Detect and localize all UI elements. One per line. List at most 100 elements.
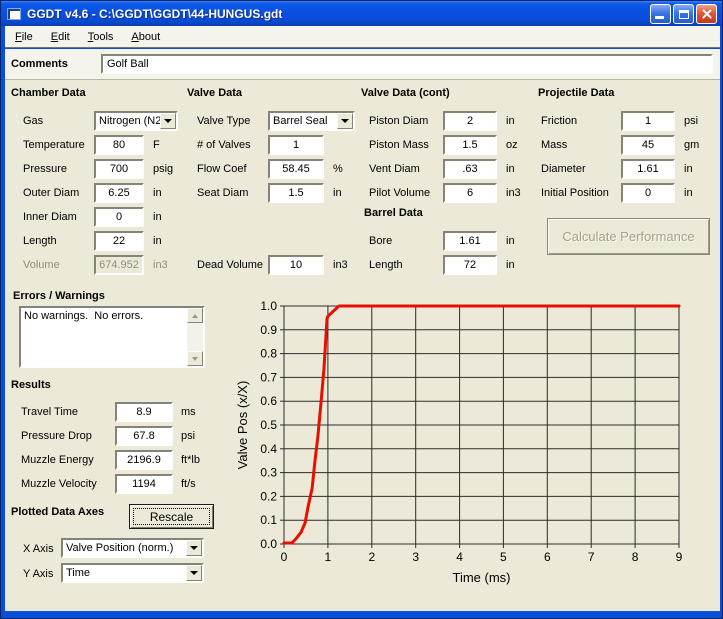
inner-diam-input[interactable] bbox=[94, 207, 144, 227]
muzzle-velocity-unit: ft/s bbox=[181, 478, 196, 490]
vent-diam-input[interactable] bbox=[443, 159, 497, 179]
piston-mass-unit: oz bbox=[506, 139, 518, 151]
pilot-volume-unit: in3 bbox=[506, 187, 521, 199]
y-axis-value: Time bbox=[63, 567, 186, 579]
scrollbar[interactable] bbox=[187, 308, 203, 366]
y-tick-label: 0.7 bbox=[260, 370, 277, 384]
muzzle-energy-label: Muzzle Energy bbox=[21, 454, 94, 466]
app-icon bbox=[7, 8, 21, 20]
scroll-down-button[interactable] bbox=[187, 351, 203, 366]
flow-coef-input[interactable] bbox=[268, 159, 324, 179]
close-button[interactable] bbox=[696, 4, 717, 24]
diameter-input[interactable] bbox=[621, 159, 675, 179]
errors-warnings-title: Errors / Warnings bbox=[13, 290, 105, 302]
barrel-length-input[interactable] bbox=[443, 255, 497, 275]
menu-tools[interactable]: Tools bbox=[86, 29, 116, 45]
rescale-button[interactable]: Rescale bbox=[129, 504, 214, 529]
y-tick-label: 1.0 bbox=[260, 299, 277, 313]
y-axis-select[interactable]: Time bbox=[61, 563, 204, 583]
scroll-up-button[interactable] bbox=[187, 308, 203, 323]
volume-unit: in3 bbox=[153, 259, 168, 271]
num-valves-label: # of Valves bbox=[197, 139, 251, 151]
projectile-data-title: Projectile Data bbox=[538, 87, 614, 99]
mass-unit: gm bbox=[684, 139, 699, 151]
pilot-volume-label: Pilot Volume bbox=[369, 187, 430, 199]
gas-select[interactable]: Nitrogen (N2) bbox=[94, 111, 178, 131]
x-axis-value: Valve Position (norm.) bbox=[63, 542, 186, 554]
maximize-button[interactable] bbox=[673, 4, 694, 24]
initial-position-input[interactable] bbox=[621, 183, 675, 203]
seat-diam-input[interactable] bbox=[268, 183, 324, 203]
minimize-button[interactable] bbox=[650, 4, 671, 24]
errors-textarea[interactable]: No warnings. No errors. bbox=[19, 306, 205, 368]
close-icon bbox=[701, 8, 713, 20]
temperature-input[interactable] bbox=[94, 135, 144, 155]
titlebar[interactable]: GGDT v4.6 - C:\GGDT\GGDT\44-HUNGUS.gdt bbox=[1, 1, 722, 26]
plotted-data-axes-title: Plotted Data Axes bbox=[11, 506, 104, 518]
bore-label: Bore bbox=[369, 235, 392, 247]
valve-data-title: Valve Data bbox=[187, 87, 242, 99]
pilot-volume-input[interactable] bbox=[443, 183, 497, 203]
mass-input[interactable] bbox=[621, 135, 675, 155]
x-tick-label: 1 bbox=[325, 550, 332, 564]
bore-input[interactable] bbox=[443, 231, 497, 251]
gas-value: Nitrogen (N2) bbox=[96, 115, 160, 127]
calculate-performance-button[interactable]: Calculate Performance bbox=[547, 218, 710, 255]
dead-volume-input[interactable] bbox=[268, 255, 324, 275]
travel-time-output bbox=[115, 402, 173, 422]
vent-diam-label: Vent Diam bbox=[369, 163, 420, 175]
y-tick-label: 0.6 bbox=[260, 394, 277, 408]
x-axis-label: X Axis bbox=[23, 543, 54, 555]
vent-diam-unit: in bbox=[506, 163, 515, 175]
y-tick-label: 0.4 bbox=[260, 442, 277, 456]
y-tick-label: 0.1 bbox=[260, 513, 277, 527]
menu-about[interactable]: About bbox=[129, 29, 162, 45]
x-axis-select[interactable]: Valve Position (norm.) bbox=[61, 538, 204, 558]
pressure-unit: psig bbox=[153, 163, 173, 175]
muzzle-energy-output bbox=[115, 450, 173, 470]
friction-label: Friction bbox=[541, 115, 577, 127]
scroll-up-icon bbox=[192, 314, 198, 318]
valve-type-label: Valve Type bbox=[197, 115, 250, 127]
volume-label: Volume bbox=[23, 259, 60, 271]
y-axis-label: Y Axis bbox=[23, 568, 53, 580]
piston-mass-input[interactable] bbox=[443, 135, 497, 155]
bore-unit: in bbox=[506, 235, 515, 247]
travel-time-label: Travel Time bbox=[21, 406, 78, 418]
barrel-length-unit: in bbox=[506, 259, 515, 271]
rescale-label: Rescale bbox=[130, 505, 213, 528]
valve-type-value: Barrel Seal bbox=[270, 115, 337, 127]
chevron-down-icon[interactable] bbox=[186, 540, 202, 556]
outer-diam-input[interactable] bbox=[94, 183, 144, 203]
initial-position-unit: in bbox=[684, 187, 693, 199]
scroll-down-icon bbox=[192, 357, 198, 361]
menu-file[interactable]: File bbox=[13, 29, 35, 45]
errors-text: No warnings. No errors. bbox=[24, 310, 185, 322]
friction-unit: psi bbox=[684, 115, 698, 127]
piston-diam-input[interactable] bbox=[443, 111, 497, 131]
comments-input[interactable] bbox=[101, 54, 713, 74]
pressure-input[interactable] bbox=[94, 159, 144, 179]
chevron-down-icon[interactable] bbox=[160, 113, 176, 129]
chevron-down-icon[interactable] bbox=[337, 113, 353, 129]
x-tick-label: 0 bbox=[281, 550, 288, 564]
chamber-length-input[interactable] bbox=[94, 231, 144, 251]
outer-diam-label: Outer Diam bbox=[23, 187, 79, 199]
chevron-down-icon[interactable] bbox=[186, 565, 202, 581]
calculate-performance-label: Calculate Performance bbox=[548, 219, 709, 254]
num-valves-input[interactable] bbox=[268, 135, 324, 155]
piston-diam-unit: in bbox=[506, 115, 515, 127]
y-tick-label: 0.0 bbox=[260, 537, 277, 551]
outer-diam-unit: in bbox=[153, 187, 162, 199]
friction-input[interactable] bbox=[621, 111, 675, 131]
muzzle-velocity-label: Muzzle Velocity bbox=[21, 478, 97, 490]
barrel-data-title: Barrel Data bbox=[364, 207, 423, 219]
x-tick-label: 9 bbox=[676, 550, 683, 564]
diameter-unit: in bbox=[684, 163, 693, 175]
valve-type-select[interactable]: Barrel Seal bbox=[268, 111, 355, 131]
minimize-icon bbox=[655, 16, 664, 19]
menu-edit[interactable]: Edit bbox=[49, 29, 72, 45]
dead-volume-unit: in3 bbox=[333, 259, 348, 271]
app-window: File Edit Tools About GGDT v4.6 - C:\GGD… bbox=[0, 0, 723, 619]
seat-diam-label: Seat Diam bbox=[197, 187, 248, 199]
